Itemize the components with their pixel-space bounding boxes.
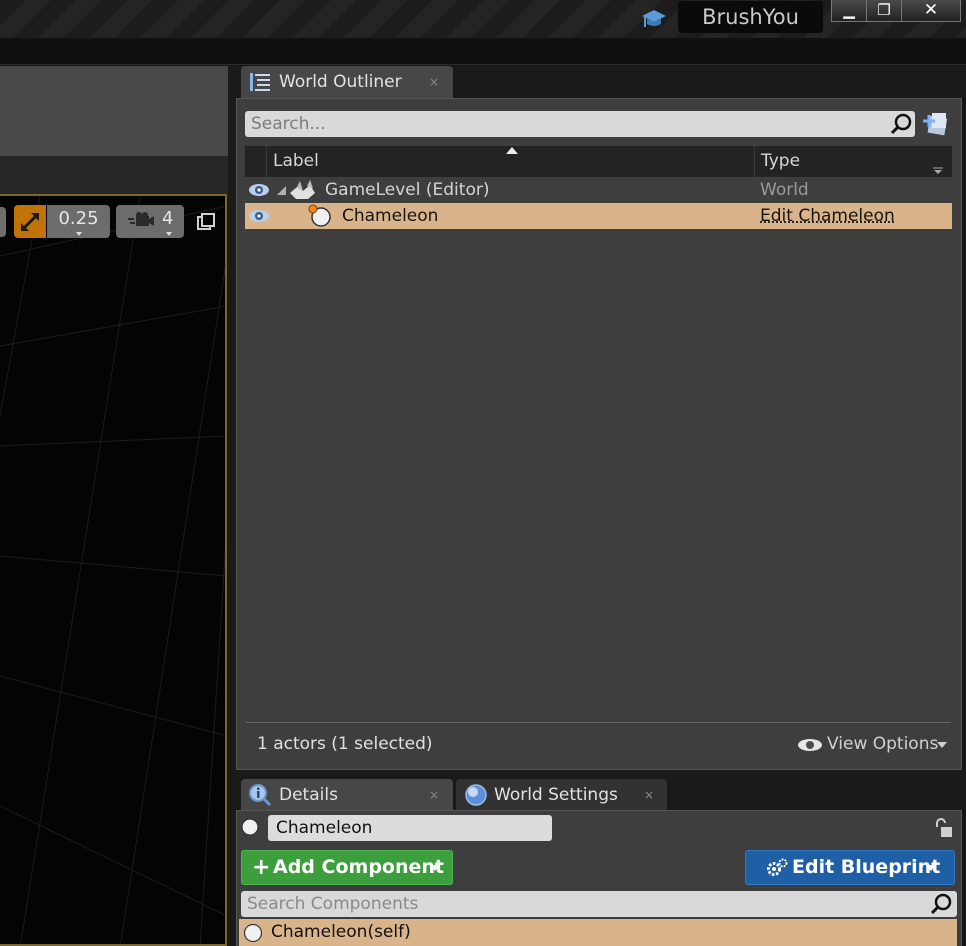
outliner-header: Label Type: [245, 146, 952, 177]
maximize-button[interactable]: ❐: [867, 0, 902, 21]
component-label: Chameleon(self): [271, 922, 411, 942]
tab-label: Details: [279, 785, 338, 805]
row-label: Chameleon: [342, 206, 439, 226]
column-header-type[interactable]: Type: [761, 146, 800, 177]
camera-icon: [128, 212, 154, 226]
scale-snap-text: 0.25: [58, 208, 99, 229]
globe-icon: [465, 784, 487, 806]
search-icon: [890, 113, 912, 135]
outliner-row-world[interactable]: GameLevel (Editor) World: [245, 177, 952, 203]
column-divider[interactable]: [754, 146, 755, 177]
window-controls: ▁ ❐ ✕: [831, 0, 961, 22]
scale-snap-toggle[interactable]: [14, 205, 46, 238]
list-icon: [250, 73, 270, 91]
gears-icon: [767, 858, 788, 876]
chevron-down-icon: [75, 232, 82, 236]
chevron-down-icon: [430, 865, 440, 871]
outliner-row-chameleon[interactable]: Chameleon Edit Chameleon: [245, 203, 952, 229]
visibility-eye-icon[interactable]: [248, 181, 270, 199]
viewport-grid: [0, 196, 225, 944]
tab-world-settings[interactable]: World Settings ×: [456, 779, 667, 811]
outliner-search-input[interactable]: [251, 111, 871, 137]
level-viewport[interactable]: [0, 194, 227, 946]
graduation-cap-icon[interactable]: [641, 6, 667, 30]
tab-world-outliner[interactable]: World Outliner ×: [241, 66, 453, 98]
camera-speed-button[interactable]: 4: [116, 205, 184, 238]
project-name-badge: BrushYou: [678, 1, 823, 33]
scale-snap-value[interactable]: 0.25: [47, 205, 110, 238]
viewport-tab-area: [0, 156, 228, 194]
edit-actor-link[interactable]: Edit Chameleon: [760, 203, 895, 229]
column-header-label[interactable]: Label: [273, 146, 319, 177]
sort-ascending-icon: [506, 147, 518, 154]
component-search: [241, 891, 957, 917]
column-divider: [266, 146, 267, 177]
eye-icon: [798, 739, 822, 751]
close-button[interactable]: ✕: [902, 0, 960, 21]
outliner-footer-divider: [246, 722, 951, 723]
add-component-button[interactable]: + Add Component: [241, 850, 453, 885]
edit-blueprint-button[interactable]: Edit Blueprint: [745, 850, 955, 885]
search-icon: [930, 893, 952, 915]
editor-window: BrushYou ▁ ❐ ✕ 0.25 4 World Outliner × S…: [0, 0, 966, 946]
world-map-icon: [290, 180, 315, 199]
actor-count-status: 1 actors (1 selected): [257, 734, 433, 754]
menu-bar: [0, 38, 966, 65]
scale-icon: [21, 213, 39, 231]
actor-sphere-icon: [241, 818, 259, 836]
outliner-search: [245, 111, 915, 137]
chevron-down-icon: [937, 742, 947, 748]
plus-icon: +: [252, 855, 271, 880]
panel-splitter[interactable]: [228, 66, 236, 946]
viewport-options-stub[interactable]: [0, 207, 6, 237]
chevron-down-icon: [166, 232, 172, 236]
tab-details[interactable]: Details ×: [241, 779, 453, 811]
tab-close-icon[interactable]: ×: [429, 66, 439, 98]
component-row-self[interactable]: Chameleon(self): [239, 919, 957, 946]
column-options-icon[interactable]: [933, 167, 943, 174]
tab-label: World Settings: [494, 785, 618, 805]
toolbar-area: [0, 66, 228, 156]
chevron-down-icon: [926, 865, 936, 871]
expand-triangle-icon[interactable]: [277, 186, 286, 195]
tab-close-icon[interactable]: ×: [644, 779, 654, 811]
add-folder-icon[interactable]: [922, 110, 948, 136]
details-magnifier-icon: [249, 784, 272, 807]
maximize-viewport-icon[interactable]: [197, 213, 215, 231]
camera-speed-value: 4: [162, 208, 174, 229]
actor-sphere-icon: [243, 923, 263, 943]
tab-close-icon[interactable]: ×: [429, 779, 439, 811]
view-options-label: View Options: [827, 734, 939, 754]
unlock-icon[interactable]: [933, 818, 953, 838]
row-type: World: [760, 180, 809, 200]
actor-name-field[interactable]: [268, 815, 552, 841]
component-search-input[interactable]: [247, 891, 917, 917]
title-bar: BrushYou ▁ ❐ ✕: [0, 0, 966, 38]
minimize-button[interactable]: ▁: [832, 0, 867, 21]
row-label: GameLevel (Editor): [325, 180, 490, 200]
add-component-label: Add Component: [273, 856, 444, 878]
visibility-eye-icon[interactable]: [248, 207, 270, 225]
tab-label: World Outliner: [279, 72, 402, 92]
actor-sphere-icon: [308, 204, 331, 227]
edit-blueprint-label: Edit Blueprint: [792, 856, 941, 878]
